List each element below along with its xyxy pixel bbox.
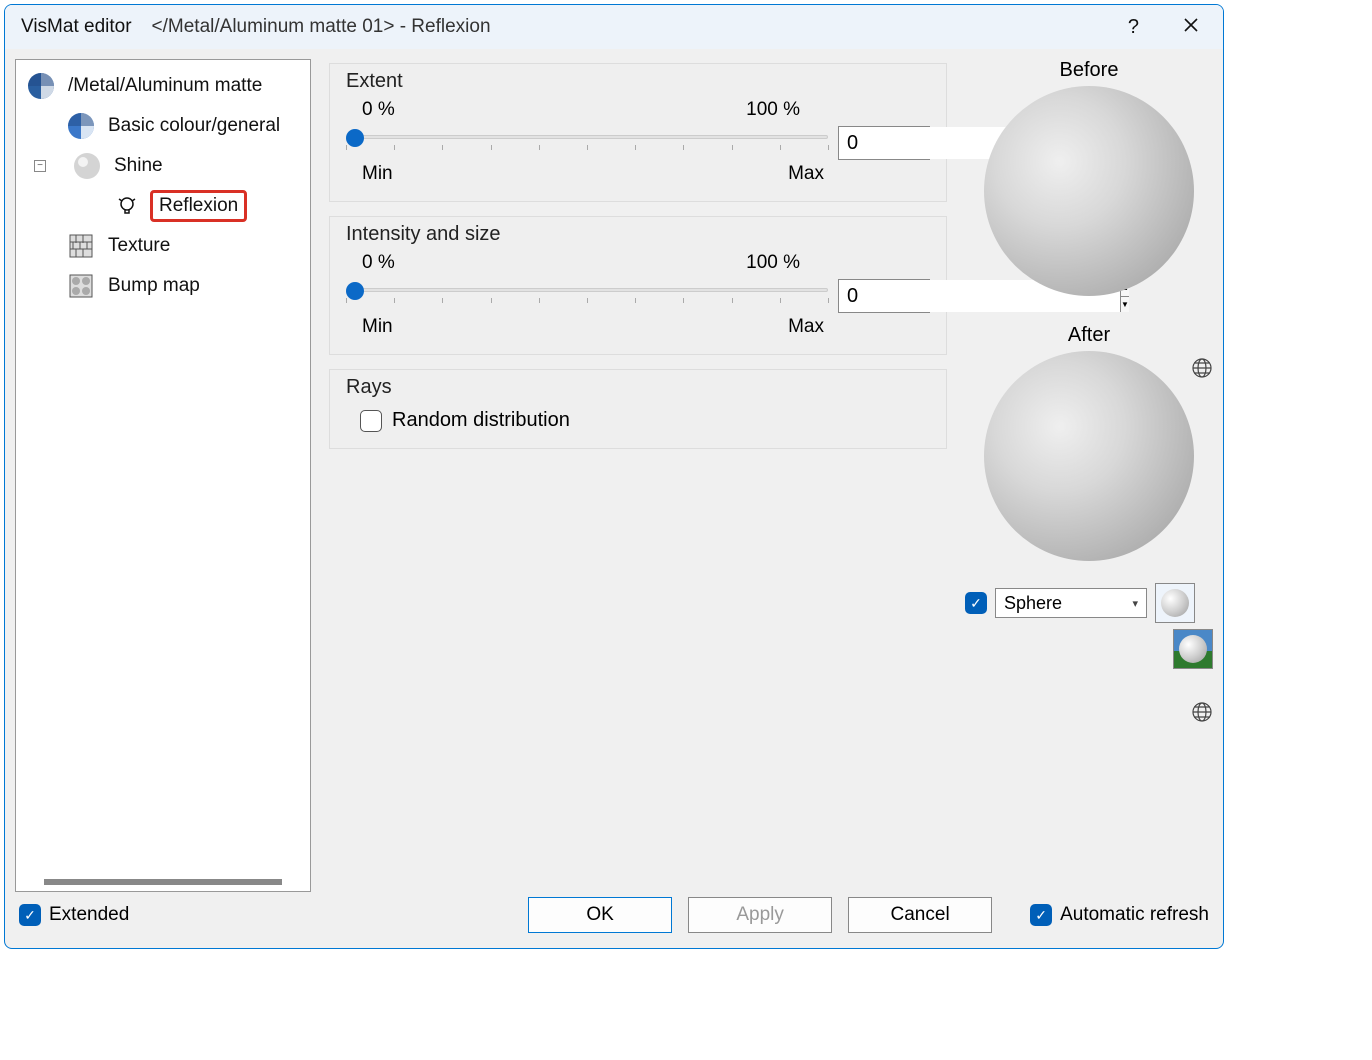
bump-icon bbox=[66, 271, 96, 301]
rays-title: Rays bbox=[346, 376, 930, 399]
help-button[interactable]: ? bbox=[1128, 16, 1139, 39]
globe-icon-after[interactable] bbox=[1191, 701, 1213, 729]
preview-after bbox=[984, 351, 1194, 561]
footer: ✓ Extended OK Apply Cancel ✓ Automatic r… bbox=[5, 892, 1223, 948]
tree-texture[interactable]: Texture bbox=[26, 226, 310, 266]
chevron-down-icon: ▾ bbox=[1132, 597, 1138, 610]
intensity-spinner[interactable]: ▲ ▼ bbox=[838, 279, 930, 313]
tree-bump[interactable]: Bump map bbox=[26, 266, 310, 306]
properties-panel: Extent 0 % 100 % bbox=[329, 59, 947, 892]
intensity-slider[interactable] bbox=[346, 278, 828, 314]
doc-title: </Metal/Aluminum matte 01> - Reflexion bbox=[152, 16, 491, 38]
tree-shine[interactable]: − Shine bbox=[26, 146, 310, 186]
intensity-max-label: Max bbox=[788, 316, 824, 338]
tree-texture-label: Texture bbox=[104, 233, 174, 259]
bulb-icon bbox=[112, 191, 142, 221]
auto-refresh-label: Automatic refresh bbox=[1060, 904, 1209, 926]
after-label: After bbox=[1068, 324, 1110, 347]
extent-group: Extent 0 % 100 % bbox=[329, 63, 947, 202]
shape-thumb-sphere[interactable] bbox=[1155, 583, 1195, 623]
tree-basic-colour[interactable]: Basic colour/general bbox=[26, 106, 310, 146]
tree-shine-label: Shine bbox=[110, 153, 167, 179]
preview-before bbox=[984, 86, 1194, 296]
tree-root-label: /Metal/Aluminum matte bbox=[64, 73, 266, 99]
titlebar: VisMat editor </Metal/Aluminum matte 01>… bbox=[5, 5, 1223, 49]
ok-button[interactable]: OK bbox=[528, 897, 672, 933]
vismat-editor-window: VisMat editor </Metal/Aluminum matte 01>… bbox=[4, 4, 1224, 949]
close-button[interactable] bbox=[1175, 13, 1207, 42]
preview-shape-checkbox[interactable]: ✓ bbox=[965, 592, 987, 614]
shine-icon bbox=[72, 151, 102, 181]
cancel-button[interactable]: Cancel bbox=[848, 897, 992, 933]
auto-refresh-checkbox[interactable]: ✓ bbox=[1030, 904, 1052, 926]
tree-reflexion-label: Reflexion bbox=[150, 190, 247, 222]
apply-button[interactable]: Apply bbox=[688, 897, 832, 933]
extent-title: Extent bbox=[346, 70, 930, 93]
extended-checkbox[interactable]: ✓ bbox=[19, 904, 41, 926]
colour-icon bbox=[66, 111, 96, 141]
intensity-title: Intensity and size bbox=[346, 223, 930, 246]
tree-root[interactable]: /Metal/Aluminum matte bbox=[26, 66, 310, 106]
preview-panel: Before After ✓ Sphere ▾ bbox=[965, 59, 1213, 892]
random-distribution-checkbox[interactable] bbox=[360, 410, 382, 432]
intensity-group: Intensity and size 0 % 100 % bbox=[329, 216, 947, 355]
extent-slider[interactable] bbox=[346, 125, 828, 161]
tree-collapse-toggle[interactable]: − bbox=[34, 160, 46, 172]
preview-shape-select[interactable]: Sphere ▾ bbox=[995, 588, 1147, 618]
preview-shape-value: Sphere bbox=[1004, 593, 1062, 614]
random-distribution-label: Random distribution bbox=[392, 409, 570, 432]
before-label: Before bbox=[1060, 59, 1119, 82]
material-tree: /Metal/Aluminum matte Basic colour/gener… bbox=[15, 59, 311, 892]
app-title: VisMat editor bbox=[21, 16, 132, 38]
tree-basic-label: Basic colour/general bbox=[104, 113, 284, 139]
extended-label: Extended bbox=[49, 904, 129, 926]
rays-group: Rays Random distribution bbox=[329, 369, 947, 449]
extent-spinner[interactable]: ▲ ▼ bbox=[838, 126, 930, 160]
shape-thumb-environment[interactable] bbox=[1173, 629, 1213, 669]
material-icon bbox=[26, 71, 56, 101]
extent-max-label: Max bbox=[788, 163, 824, 185]
tree-reflexion[interactable]: Reflexion bbox=[26, 186, 310, 226]
extent-min-label: Min bbox=[362, 163, 393, 185]
intensity-min-label: Min bbox=[362, 316, 393, 338]
globe-icon-before[interactable] bbox=[1191, 357, 1213, 385]
tree-bump-label: Bump map bbox=[104, 273, 204, 299]
tree-scrollbar[interactable] bbox=[44, 879, 282, 885]
texture-icon bbox=[66, 231, 96, 261]
